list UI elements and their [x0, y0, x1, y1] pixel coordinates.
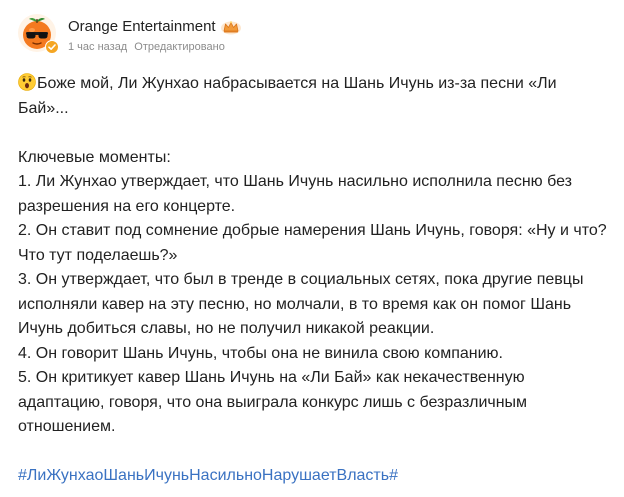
- post-timestamp: 1 час назад: [68, 41, 128, 53]
- key-point-5: 5. Он критикует кавер Шань Ичунь на «Ли …: [18, 369, 528, 435]
- post-header: Orange Entertainment 1 час назад Отредак…: [18, 14, 242, 54]
- section-title: Ключевые моменты:: [18, 148, 171, 166]
- verified-badge-icon: [45, 40, 59, 54]
- edited-label: Отредактировано: [134, 41, 225, 53]
- post-lead: Боже мой, Ли Жунхао набрасывается на Шан…: [18, 72, 608, 121]
- author-meta: Orange Entertainment 1 час назад Отредак…: [68, 14, 242, 54]
- post-meta-row: 1 час назад Отредактировано: [68, 40, 242, 54]
- hashtag-row: #ЛиЖунхаоШаньИчуньНасильноНарушаетВласть…: [18, 464, 608, 489]
- author-name-row: Orange Entertainment: [68, 17, 242, 37]
- author-name[interactable]: Orange Entertainment: [68, 17, 216, 37]
- post-body: Боже мой, Ли Жунхао набрасывается на Шан…: [18, 72, 608, 489]
- hashtag-link[interactable]: #ЛиЖунхаоШаньИчуньНасильноНарушаетВласть…: [18, 467, 398, 484]
- post-card: Orange Entertainment 1 час назад Отредак…: [0, 0, 624, 497]
- lead-text: Боже мой, Ли Жунхао набрасывается на Шан…: [18, 75, 557, 117]
- key-point-4: 4. Он говорит Шань Ичунь, чтобы она не в…: [18, 344, 503, 362]
- key-point-2: 2. Он ставит под сомнение добрые намерен…: [18, 222, 607, 264]
- crown-badge-icon: [220, 19, 242, 35]
- key-point-3: 3. Он утверждает, что был в тренде в соц…: [18, 271, 584, 337]
- astonished-face-emoji-icon: [18, 73, 36, 91]
- key-point-1: 1. Ли Жунхао утверждает, что Шань Ичунь …: [18, 173, 572, 215]
- author-avatar[interactable]: [18, 14, 59, 54]
